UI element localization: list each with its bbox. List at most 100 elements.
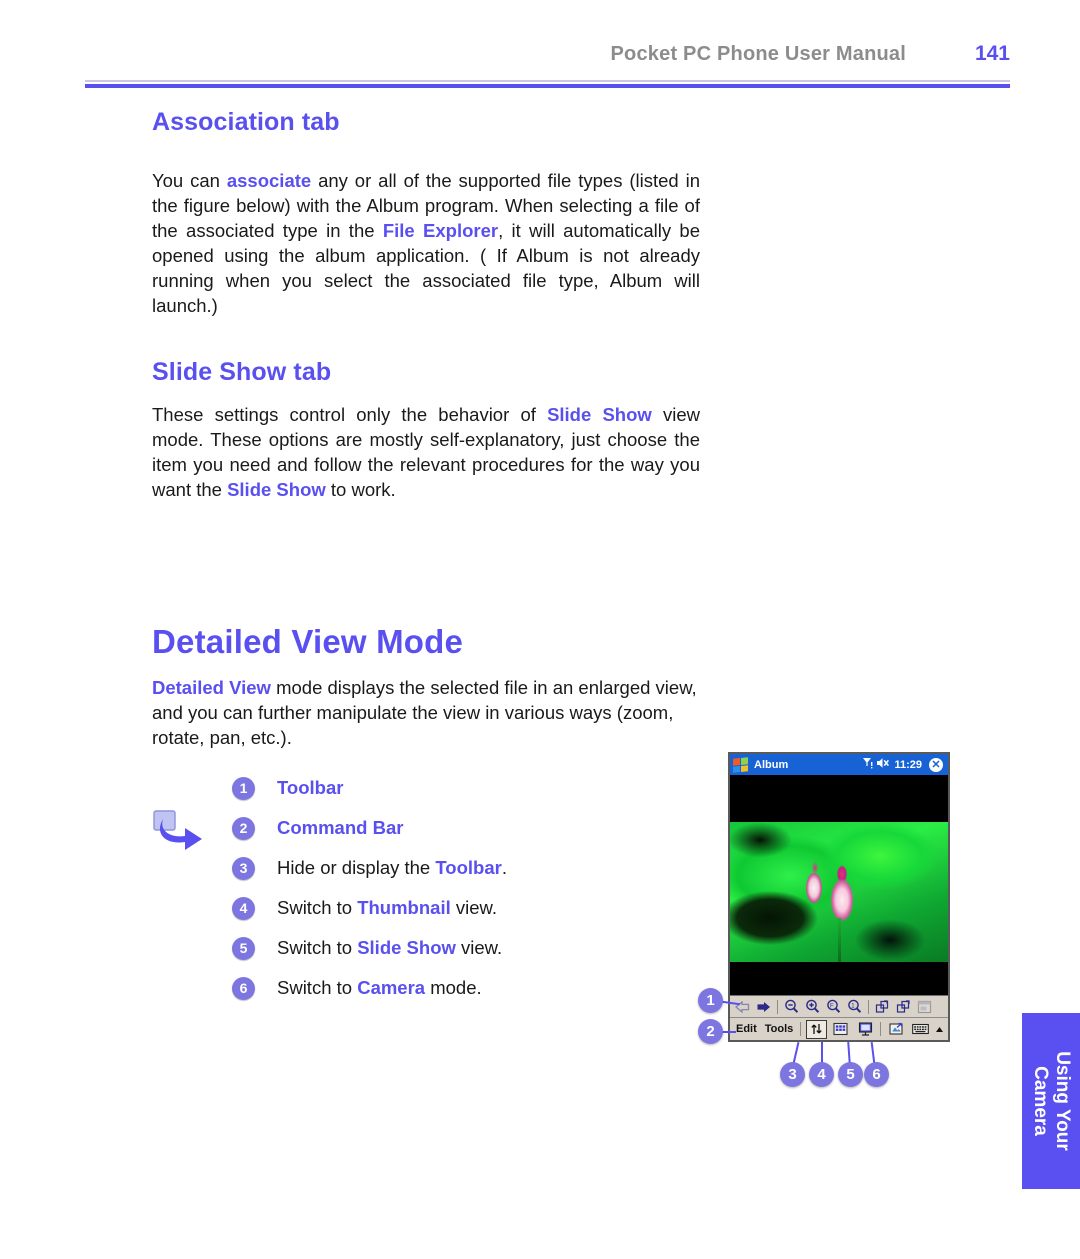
callout-5-leader	[847, 1041, 851, 1065]
detailed-view-heading: Detailed View Mode	[152, 623, 464, 660]
input-panel-chevron-icon[interactable]	[935, 1020, 944, 1039]
legend-4-post: view.	[450, 897, 498, 918]
legend-5-pre: Switch to	[277, 937, 358, 958]
callout-1: 1	[698, 988, 723, 1013]
next-image-button[interactable]	[754, 998, 773, 1016]
toggle-toolbar-button[interactable]	[806, 1019, 827, 1039]
windows-logo-icon	[733, 756, 748, 773]
legend-badge-2: 2	[232, 816, 255, 840]
detail-highlight-1: Detailed View	[152, 677, 271, 698]
legend-badge-6: 6	[232, 976, 255, 1000]
callout-6: 6	[864, 1062, 889, 1087]
toolbar-separator-1	[777, 999, 778, 1014]
slide-highlight-2: Slide Show	[227, 479, 326, 500]
callout-6-leader	[870, 1041, 876, 1065]
callout-4: 4	[809, 1062, 834, 1087]
legend-6-pre: Switch to	[277, 977, 358, 998]
legend-row-6: 6 Switch to Camera mode.	[152, 968, 582, 1008]
callout-4-leader	[821, 1042, 823, 1064]
chapter-side-tab: Using Your Camera	[1022, 1013, 1080, 1189]
callout-3-leader	[792, 1042, 800, 1064]
page-header: Pocket PC Phone User Manual 141	[85, 42, 1010, 66]
thumbnail-view-button[interactable]	[831, 1020, 851, 1039]
pda-clock: 11:29	[894, 758, 922, 771]
svg-text:F: F	[830, 1004, 834, 1010]
side-tab-label: Using Your Camera	[1029, 1051, 1073, 1151]
legend-row-1: 1 Toolbar	[152, 768, 582, 808]
soft-keyboard-button[interactable]	[911, 1020, 931, 1039]
legend-5-post: view.	[455, 937, 503, 958]
legend-label-6: Switch to Camera mode.	[277, 977, 482, 999]
page-number: 141	[974, 42, 1010, 65]
close-icon[interactable]: ✕	[929, 757, 943, 772]
camera-mode-button[interactable]	[886, 1020, 906, 1039]
signal-strength-icon[interactable]	[862, 757, 873, 772]
volume-muted-icon[interactable]	[876, 757, 891, 772]
slide-text-3: to work.	[325, 479, 396, 500]
assoc-highlight-associate: associate	[226, 170, 312, 191]
zoom-in-button[interactable]	[803, 998, 822, 1016]
pda-title-bar: Album 11:29 ✕	[730, 754, 948, 775]
legend-row-4: 4 Switch to Thumbnail view.	[152, 888, 582, 928]
slide-show-button[interactable]	[855, 1020, 875, 1039]
legend-label-4: Switch to Thumbnail view.	[277, 897, 497, 919]
cmdbar-separator-2	[880, 1022, 882, 1036]
actual-size-button[interactable]: 1	[845, 998, 864, 1016]
callout-3: 3	[780, 1062, 805, 1087]
assoc-highlight-file-explorer: File Explorer	[382, 220, 499, 241]
legend-label-1: Toolbar	[277, 777, 344, 798]
assoc-text-1: You can	[152, 170, 227, 191]
rotate-left-button[interactable]	[873, 998, 892, 1016]
slide-text-1: These settings control only the behavior…	[152, 404, 548, 425]
previous-image-button[interactable]	[733, 998, 752, 1016]
legend-badge-4: 4	[232, 896, 255, 920]
slideshow-heading: Slide Show tab	[152, 358, 332, 386]
legend-6-highlight: Camera	[357, 977, 426, 998]
legend-label-5: Switch to Slide Show view.	[277, 937, 502, 959]
slideshow-paragraph: These settings control only the behavior…	[152, 402, 700, 502]
header-rule-thick	[85, 84, 1010, 88]
callout-2-leader	[722, 1031, 736, 1033]
legend-label-3: Hide or display the Toolbar.	[277, 857, 507, 879]
pda-screen-canvas	[730, 775, 948, 995]
slide-highlight-1: Slide Show	[547, 404, 652, 425]
legend-badge-5: 5	[232, 936, 255, 960]
lotus-flower-photo	[730, 822, 948, 962]
note-arrow-icon	[152, 810, 208, 854]
legend-3-post: .	[501, 857, 507, 878]
legend-4-highlight: Thumbnail	[357, 897, 451, 918]
pda-toolbar: F 1	[730, 995, 948, 1017]
manual-title: Pocket PC Phone User Manual	[610, 43, 906, 65]
legend-row-5: 5 Switch to Slide Show view.	[152, 928, 582, 968]
legend-badge-3: 3	[232, 856, 255, 880]
pda-command-bar: Edit Tools	[730, 1017, 948, 1040]
toolbar-separator-2	[868, 999, 869, 1014]
association-heading: Association tab	[152, 108, 340, 136]
flower-stem	[838, 918, 841, 962]
legend-row-3: 3 Hide or display the Toolbar.	[152, 848, 582, 888]
legend-label-2: Command Bar	[277, 817, 404, 838]
header-rule-thin	[85, 80, 1010, 82]
zoom-out-button[interactable]	[782, 998, 801, 1016]
legend-row-2: 2 Command Bar	[152, 808, 582, 848]
side-tab-line-2: Camera	[1030, 1066, 1051, 1136]
menu-edit[interactable]: Edit	[736, 1023, 757, 1035]
detailed-view-paragraph: Detailed View mode displays the selected…	[152, 675, 700, 750]
legend-3-highlight: Toolbar	[435, 857, 502, 878]
side-tab-line-1: Using Your	[1052, 1051, 1073, 1151]
svg-text:1: 1	[851, 1004, 855, 1010]
full-screen-button[interactable]	[915, 998, 934, 1016]
rotate-right-button[interactable]	[894, 998, 913, 1016]
menu-tools[interactable]: Tools	[765, 1023, 794, 1035]
legend-5-highlight: Slide Show	[357, 937, 456, 958]
legend-4-pre: Switch to	[277, 897, 358, 918]
fit-to-screen-button[interactable]: F	[824, 998, 843, 1016]
legend-6-post: mode.	[425, 977, 482, 998]
pda-screenshot: Album 11:29 ✕ F 1 Edit Tools	[728, 752, 950, 1042]
cmdbar-separator-1	[800, 1022, 802, 1036]
callout-2: 2	[698, 1019, 723, 1044]
legend-badge-1: 1	[232, 776, 255, 800]
figure-legend-list: 1 Toolbar 2 Command Bar 3 Hide or displa…	[152, 768, 582, 1008]
legend-3-pre: Hide or display the	[277, 857, 436, 878]
pda-app-name: Album	[754, 758, 789, 771]
